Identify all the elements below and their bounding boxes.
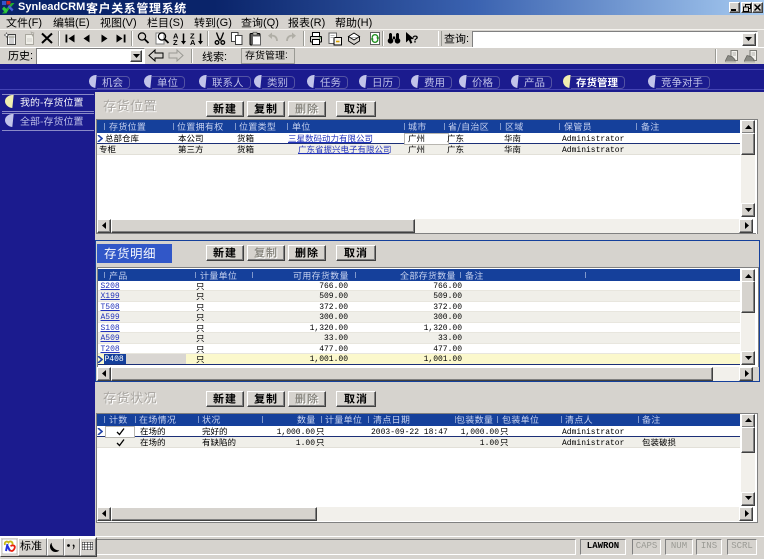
svg-text:?: ?: [412, 34, 418, 46]
svg-text:A: A: [190, 38, 196, 46]
svg-text:Z: Z: [173, 38, 178, 46]
